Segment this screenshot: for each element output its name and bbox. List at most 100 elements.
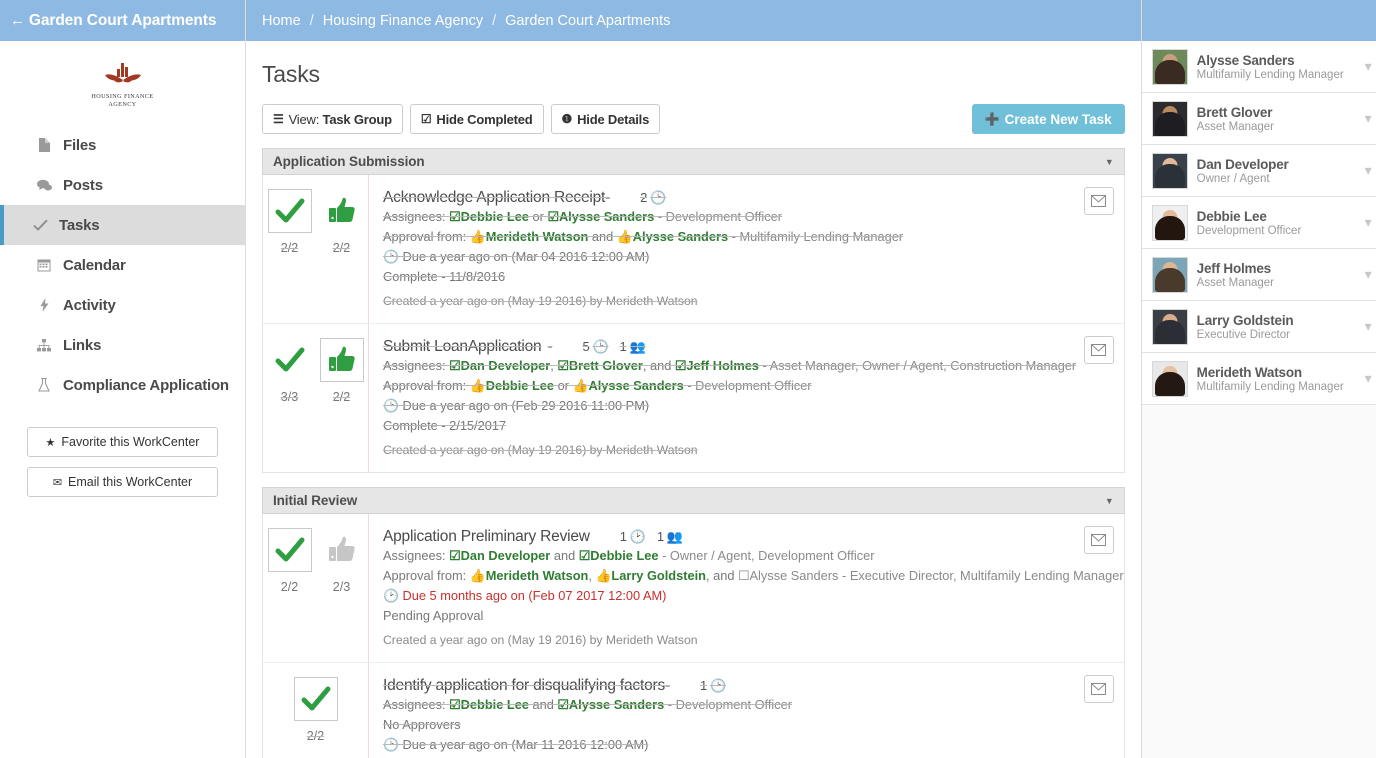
task-row[interactable]: 2/2 2/2 Acknowledge Application Receipt- <box>263 175 1124 324</box>
task-approval-count: 2/3 <box>320 580 364 594</box>
person-role: Development Officer <box>1197 225 1365 237</box>
thumbs-up-icon[interactable] <box>320 528 364 572</box>
task-group-header[interactable]: Application Submission ▼ <box>262 148 1125 175</box>
sidebar-action-buttons: ★ Favorite this WorkCenter ✉ Email this … <box>0 427 245 497</box>
task-title-row: Application Preliminary Review 1🕑 1👥 <box>383 528 1124 546</box>
hide-completed-button[interactable]: ☑ Hide Completed <box>410 104 544 134</box>
thumbs-up-icon: 👍 <box>595 568 611 583</box>
chevron-down-icon[interactable]: ▾ <box>1365 58 1376 75</box>
chevron-down-icon[interactable]: ▾ <box>1365 162 1376 179</box>
approver-roles: - Executive Director, Multifamily Lendin… <box>842 568 1124 583</box>
person-row[interactable]: Dan Developer Owner / Agent ▾ <box>1142 145 1376 197</box>
arrow-left-icon[interactable]: ← <box>10 13 25 28</box>
task-badge-comments: 1🕑 <box>700 678 726 694</box>
view-task-group-button[interactable]: ☰ View: Task Group <box>262 104 403 134</box>
email-workcenter-button[interactable]: ✉ Email this WorkCenter <box>27 467 218 497</box>
task-email-button[interactable] <box>1084 336 1114 364</box>
task-row[interactable]: 3/3 2/2 Submit LoanApplication - <box>263 324 1124 472</box>
sidebar-item-tasks[interactable]: Tasks <box>0 205 245 245</box>
create-new-task-button[interactable]: ➕ Create New Task <box>972 104 1125 134</box>
clock-icon: 🕑 <box>710 678 726 694</box>
chevron-down-icon[interactable]: ▾ <box>1365 370 1376 387</box>
sidebar-item-label: Files <box>63 137 96 154</box>
star-icon: ★ <box>46 436 56 449</box>
person-row[interactable]: Merideth Watson Multifamily Lending Mana… <box>1142 353 1376 405</box>
task-status-icons: 3/3 2/2 <box>263 324 369 472</box>
task-email-button[interactable] <box>1084 187 1114 215</box>
task-badge-users: 1👥 <box>657 529 683 545</box>
task-check-icon[interactable] <box>268 338 312 382</box>
checkbox-checked-icon: ☑ <box>557 697 568 712</box>
avatar <box>1152 257 1188 293</box>
person-row[interactable]: Larry Goldstein Executive Director ▾ <box>1142 301 1376 353</box>
breadcrumb-item-agency[interactable]: Housing Finance Agency <box>323 13 483 29</box>
task-group-header[interactable]: Initial Review ▼ <box>262 487 1125 514</box>
workcenter-header[interactable]: ← Garden Court Apartments <box>0 0 245 41</box>
assignees-joiner: or <box>533 209 544 224</box>
person-role: Owner / Agent <box>1197 173 1365 185</box>
checkbox-checked-icon: ☑ <box>547 209 558 224</box>
thumbs-up-icon[interactable] <box>320 189 364 233</box>
person-row[interactable]: Debbie Lee Development Officer ▾ <box>1142 197 1376 249</box>
plus-icon: ➕ <box>985 112 1000 126</box>
person-name: Jeff Holmes <box>1197 261 1365 276</box>
task-body: Application Preliminary Review 1🕑 1👥 Ass… <box>369 514 1124 662</box>
task-row[interactable]: 2/2 Identify application for disqualifyi… <box>263 663 1124 758</box>
task-approval-line: Approval from: 👍Debbie Lee or 👍Alysse Sa… <box>383 376 1124 396</box>
sidebar-item-label: Posts <box>63 177 103 194</box>
approval-joiner: and <box>713 568 734 583</box>
info-icon: ❶ <box>562 112 573 126</box>
task-check-icon[interactable] <box>294 677 338 721</box>
breadcrumb-item-home[interactable]: Home <box>262 13 301 29</box>
sidebar-item-label: Compliance Application <box>63 377 229 394</box>
file-icon <box>33 138 55 152</box>
task-title: Submit LoanApplication <box>383 338 541 356</box>
clock-icon: 🕑 <box>650 190 666 206</box>
checkbox-checked-icon: ☑ <box>557 358 568 373</box>
person-row[interactable]: Jeff Holmes Asset Manager ▾ <box>1142 249 1376 301</box>
thumbs-up-icon[interactable] <box>320 338 364 382</box>
chevron-down-icon[interactable]: ▾ <box>1365 214 1376 231</box>
assignee-name: Dan Developer <box>461 548 551 563</box>
task-due-line: 🕑 Due a year ago on (Mar 04 2016 12:00 A… <box>383 247 1124 267</box>
assignees-joiner: and <box>650 358 671 373</box>
sidebar-item-calendar[interactable]: Calendar <box>0 245 245 285</box>
assignee-name: Debbie Lee <box>590 548 658 563</box>
assignees-label: Assignees: <box>383 358 446 373</box>
task-email-button[interactable] <box>1084 675 1114 703</box>
chevron-down-icon[interactable]: ▾ <box>1365 266 1376 283</box>
chevron-down-icon[interactable]: ▾ <box>1365 110 1376 127</box>
agency-logo: HOUSING FINANCE AGENCY <box>0 41 245 119</box>
task-created-line: Created a year ago on (May 19 2016) by M… <box>383 291 1124 311</box>
view-label: View: <box>289 112 320 127</box>
chevron-down-icon[interactable]: ▼ <box>1105 157 1114 167</box>
favorite-workcenter-button[interactable]: ★ Favorite this WorkCenter <box>27 427 218 457</box>
person-row[interactable]: Brett Glover Asset Manager ▾ <box>1142 93 1376 145</box>
clock-icon: 🕑 <box>383 588 399 603</box>
task-approval-cell: 2/3 <box>320 528 364 662</box>
task-badge-users: 1👥 <box>619 339 645 355</box>
sidebar-item-compliance-application[interactable]: Compliance Application <box>0 365 245 405</box>
chevron-down-icon[interactable]: ▾ <box>1365 318 1376 335</box>
approver-name: Merideth Watson <box>486 229 589 244</box>
task-status-icons: 2/2 <box>263 663 369 758</box>
sidebar-item-posts[interactable]: Posts <box>0 165 245 205</box>
assignee-name: Alysse Sanders <box>569 697 664 712</box>
sidebar-item-files[interactable]: Files <box>0 125 245 165</box>
task-check-icon[interactable] <box>268 528 312 572</box>
task-row[interactable]: 2/2 2/3 Application Preliminary Review <box>263 514 1124 663</box>
sidebar-item-links[interactable]: Links <box>0 325 245 365</box>
checkbox-checked-icon: ☑ <box>579 548 590 563</box>
task-title-row: Acknowledge Application Receipt- 2🕑 <box>383 189 1124 207</box>
task-check-icon[interactable] <box>268 189 312 233</box>
chevron-down-icon[interactable]: ▼ <box>1105 496 1114 506</box>
person-row[interactable]: Alysse Sanders Multifamily Lending Manag… <box>1142 41 1376 93</box>
task-email-button[interactable] <box>1084 526 1114 554</box>
hide-details-button[interactable]: ❶ Hide Details <box>551 104 661 134</box>
task-approval-count: 2/2 <box>320 390 364 404</box>
task-approval-cell: 2/2 <box>320 338 364 472</box>
task-created-line: Created a year ago on (May 19 2016) by M… <box>383 630 1124 650</box>
approval-joiner: and <box>592 229 613 244</box>
sidebar-item-activity[interactable]: Activity <box>0 285 245 325</box>
breadcrumb-item-current[interactable]: Garden Court Apartments <box>505 13 670 29</box>
